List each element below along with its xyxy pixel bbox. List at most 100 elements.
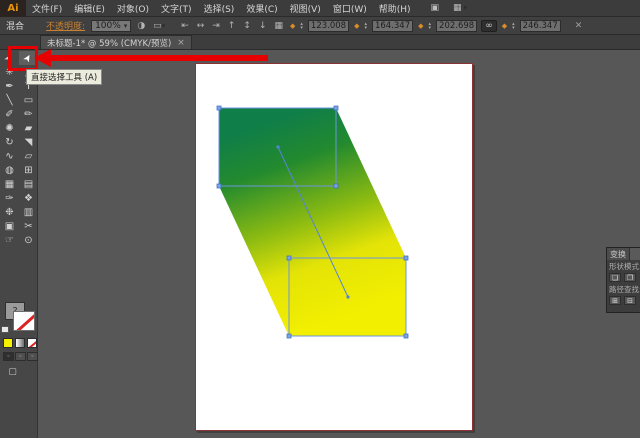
spine-start-point[interactable] (276, 145, 279, 148)
spinner-y[interactable]: ▴▾ (364, 22, 367, 30)
y-field[interactable]: 164.347 (372, 20, 413, 32)
align-icon[interactable]: ⇤ (179, 21, 191, 31)
gradient-tool[interactable]: ▤ (19, 177, 38, 191)
drawing-modes-row: ◦ ◦ ◦ (3, 352, 38, 361)
tab-transform[interactable]: 变换 (607, 248, 629, 260)
document-tab-bar: 未标题-1* @ 59% (CMYK/预览) × (0, 35, 640, 50)
opacity-field[interactable]: 100% ▾ (91, 20, 131, 32)
symbol-sprayer-tool[interactable]: ❉ (0, 205, 19, 219)
draw-inside-button[interactable]: ◦ (27, 352, 38, 361)
app-logo: Ai (0, 0, 26, 17)
line-segment-tool[interactable]: ╲ (0, 93, 19, 107)
stroke-profile-dropdown[interactable]: ▭▾ (151, 21, 167, 31)
reference-point-icon: ◆ (501, 22, 508, 30)
reference-point-icon: ◆ (353, 22, 360, 30)
shape-modes-label: 形状模式: (607, 260, 640, 272)
fill-stroke-block: ? (0, 300, 38, 340)
align-icon[interactable]: ↕ (241, 21, 253, 31)
default-fill-stroke-icon[interactable] (1, 326, 9, 333)
spinner-height[interactable]: ▴▾ (512, 22, 515, 30)
draw-behind-button[interactable]: ◦ (15, 352, 26, 361)
document-tab[interactable]: 未标题-1* @ 59% (CMYK/预览) × (40, 35, 192, 49)
annotation-arrowhead-icon (34, 49, 51, 67)
free-transform-tool[interactable]: ▱ (19, 149, 38, 163)
constrain-proportions-icon[interactable]: ∞ (481, 20, 497, 32)
spine-end-point[interactable] (346, 295, 349, 298)
chevron-down-icon: ▾ (464, 4, 468, 12)
none-button[interactable] (27, 338, 37, 348)
zoom-tool[interactable]: ⊙ (19, 233, 38, 247)
color-buttons-row (3, 338, 37, 348)
perspective-grid-tool[interactable]: ⊞ (19, 163, 38, 177)
color-button[interactable] (3, 338, 13, 348)
menu-view[interactable]: 视图(V) (284, 0, 327, 16)
chevron-down-icon: ▾ (124, 22, 128, 30)
paintbrush-tool[interactable]: ✐ (0, 107, 19, 121)
menu-file[interactable]: 文件(F) (26, 0, 68, 16)
document-title: 未标题-1* @ 59% (CMYK/预览) (47, 37, 171, 49)
annotation-arrow (50, 55, 268, 61)
height-field[interactable]: 246.347 (520, 20, 561, 32)
pencil-tool[interactable]: ✏ (19, 107, 38, 121)
blend-tool[interactable]: ❖ (19, 191, 38, 205)
pen-tool[interactable]: ✒ (0, 79, 19, 93)
menu-help[interactable]: 帮助(H) (373, 0, 417, 16)
eyedropper-tool[interactable]: ✑ (0, 191, 19, 205)
workspace-icon: ▦ (453, 3, 462, 13)
menu-effect[interactable]: 效果(C) (240, 0, 283, 16)
scale-tool[interactable]: ◥ (19, 135, 38, 149)
transform-options-icon[interactable]: ✕ (575, 21, 583, 31)
reference-point-icon: ◆ (289, 22, 296, 30)
align-icon[interactable]: ↑ (226, 21, 238, 31)
blob-brush-tool[interactable]: ✺ (0, 121, 19, 135)
slice-tool[interactable]: ✂ (19, 219, 38, 233)
opacity-link[interactable]: 不透明度: (46, 19, 85, 32)
mesh-tool[interactable]: ▦ (0, 177, 19, 191)
eraser-tool[interactable]: ▰ (19, 121, 38, 135)
bridge-icon[interactable]: ▣ (431, 3, 440, 13)
style-icon[interactable]: ◑ (135, 21, 147, 31)
rectangle-tool[interactable]: ▭ (19, 93, 38, 107)
workspace-switcher[interactable]: ▦ ▾ (453, 3, 467, 13)
blend-object-svg (196, 64, 474, 432)
gradient-button[interactable] (15, 338, 25, 348)
pathfinder-label: 路径查找: (607, 283, 640, 295)
close-icon[interactable]: × (177, 38, 185, 48)
control-bar: 混合 不透明度: 100% ▾ ◑ ▭▾ ⇤ ↔⇥ ↑↕ ↓ ▦ ◆ ▴▾ 123.0… (0, 17, 640, 35)
menu-window[interactable]: 窗口(W) (327, 0, 373, 16)
rotate-tool[interactable]: ↻ (0, 135, 19, 149)
menu-select[interactable]: 选择(S) (198, 0, 241, 16)
shape-builder-tool[interactable]: ◍ (0, 163, 19, 177)
shape-mode-icon[interactable]: ❐ (624, 273, 636, 282)
tab-partial[interactable] (630, 248, 640, 260)
menu-edit[interactable]: 编辑(E) (68, 0, 111, 16)
menu-object[interactable]: 对象(O) (111, 0, 155, 16)
hand-tool[interactable]: ☞ (0, 233, 19, 247)
spinner-x[interactable]: ▴▾ (300, 22, 303, 30)
shape-mode-icon[interactable]: ❏ (609, 273, 621, 282)
context-label: 混合 (6, 19, 24, 32)
x-field[interactable]: 123.008 (308, 20, 349, 32)
artboard[interactable] (195, 63, 473, 431)
menu-bar: Ai 文件(F)编辑(E)对象(O)文字(T)选择(S)效果(C)视图(V)窗口… (0, 0, 640, 17)
screen-mode-button[interactable]: ▢ (6, 366, 19, 377)
align-to-artboard-icon[interactable]: ▦ (272, 21, 285, 31)
spinner-width[interactable]: ▴▾ (429, 22, 432, 30)
stroke-swatch[interactable] (13, 311, 35, 331)
align-icon[interactable]: ↔ (195, 21, 207, 31)
pathfinder-icon[interactable]: ⊟ (624, 296, 636, 305)
canvas-area[interactable] (38, 50, 640, 438)
menu-type[interactable]: 文字(T) (155, 0, 198, 16)
align-icon[interactable]: ↓ (257, 21, 269, 31)
width-tool[interactable]: ∿ (0, 149, 19, 163)
align-icon[interactable]: ⇥ (210, 21, 222, 31)
tools-panel: ➤➤✳℘✒T╲▭✐✏✺▰↻◥∿▱◍⊞▦▤✑❖❉▥▣✂☞⊙ ? ◦ ◦ ◦ ▢ (0, 50, 38, 438)
tool-tooltip: 直接选择工具 (A) (26, 69, 102, 85)
artboard-tool[interactable]: ▣ (0, 219, 19, 233)
draw-normal-button[interactable]: ◦ (3, 352, 14, 361)
width-field[interactable]: 202.698 (436, 20, 477, 32)
reference-point-icon: ◆ (417, 22, 424, 30)
column-graph-tool[interactable]: ▥ (19, 205, 38, 219)
none-slash-icon (14, 311, 35, 331)
pathfinder-icon[interactable]: ⊞ (609, 296, 621, 305)
